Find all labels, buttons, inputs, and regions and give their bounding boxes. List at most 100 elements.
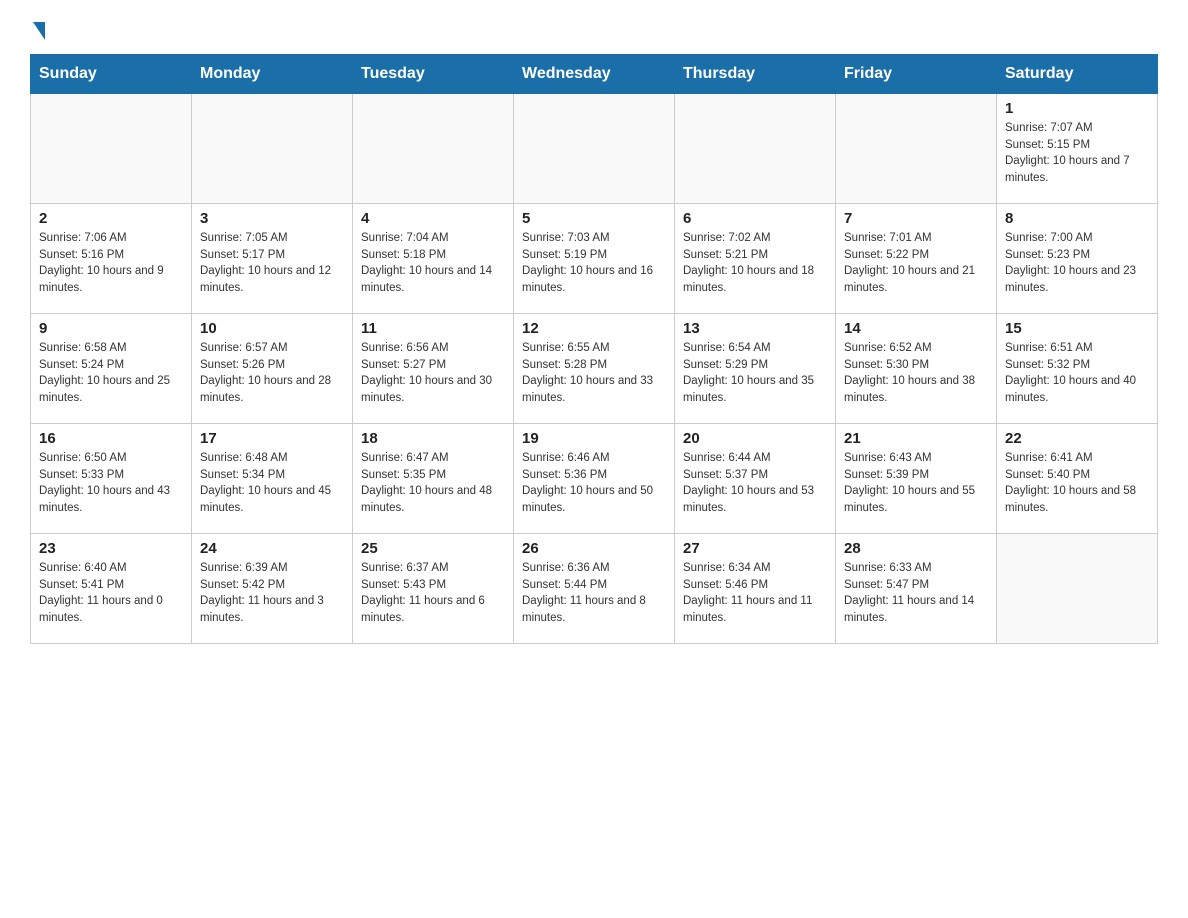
- day-info: Sunrise: 6:43 AM Sunset: 5:39 PM Dayligh…: [844, 450, 988, 517]
- calendar-cell: 24 Sunrise: 6:39 AM Sunset: 5:42 PM Dayli…: [192, 534, 353, 644]
- calendar-header-monday: Monday: [192, 55, 353, 94]
- day-number: 20: [683, 430, 827, 447]
- day-info: Sunrise: 6:56 AM Sunset: 5:27 PM Dayligh…: [361, 340, 505, 407]
- day-number: 16: [39, 430, 183, 447]
- calendar-week-row: 23 Sunrise: 6:40 AM Sunset: 5:41 PM Dayli…: [31, 534, 1158, 644]
- day-info: Sunrise: 6:36 AM Sunset: 5:44 PM Dayligh…: [522, 560, 666, 627]
- calendar-cell: 27 Sunrise: 6:34 AM Sunset: 5:46 PM Dayli…: [675, 534, 836, 644]
- day-number: 25: [361, 540, 505, 557]
- calendar-cell: [31, 94, 192, 204]
- day-info: Sunrise: 6:41 AM Sunset: 5:40 PM Dayligh…: [1005, 450, 1149, 517]
- calendar-cell: 28 Sunrise: 6:33 AM Sunset: 5:47 PM Dayli…: [836, 534, 997, 644]
- calendar-cell: 21 Sunrise: 6:43 AM Sunset: 5:39 PM Dayli…: [836, 424, 997, 534]
- calendar-cell: 18 Sunrise: 6:47 AM Sunset: 5:35 PM Dayli…: [353, 424, 514, 534]
- day-number: 24: [200, 540, 344, 557]
- calendar-header-sunday: Sunday: [31, 55, 192, 94]
- calendar-header-friday: Friday: [836, 55, 997, 94]
- calendar-table: SundayMondayTuesdayWednesdayThursdayFrid…: [30, 54, 1158, 644]
- day-number: 5: [522, 210, 666, 227]
- day-info: Sunrise: 6:54 AM Sunset: 5:29 PM Dayligh…: [683, 340, 827, 407]
- logo-arrow-icon: [33, 22, 45, 40]
- day-number: 22: [1005, 430, 1149, 447]
- day-info: Sunrise: 6:57 AM Sunset: 5:26 PM Dayligh…: [200, 340, 344, 407]
- day-info: Sunrise: 6:47 AM Sunset: 5:35 PM Dayligh…: [361, 450, 505, 517]
- day-number: 23: [39, 540, 183, 557]
- day-info: Sunrise: 6:37 AM Sunset: 5:43 PM Dayligh…: [361, 560, 505, 627]
- day-info: Sunrise: 6:39 AM Sunset: 5:42 PM Dayligh…: [200, 560, 344, 627]
- day-info: Sunrise: 6:48 AM Sunset: 5:34 PM Dayligh…: [200, 450, 344, 517]
- day-info: Sunrise: 6:52 AM Sunset: 5:30 PM Dayligh…: [844, 340, 988, 407]
- calendar-cell: 15 Sunrise: 6:51 AM Sunset: 5:32 PM Dayli…: [997, 314, 1158, 424]
- day-number: 12: [522, 320, 666, 337]
- day-number: 15: [1005, 320, 1149, 337]
- day-info: Sunrise: 6:34 AM Sunset: 5:46 PM Dayligh…: [683, 560, 827, 627]
- calendar-cell: 7Sunrise: 7:01 AM Sunset: 5:22 PM Daylig…: [836, 204, 997, 314]
- day-number: 26: [522, 540, 666, 557]
- day-info: Sunrise: 6:33 AM Sunset: 5:47 PM Dayligh…: [844, 560, 988, 627]
- calendar-cell: 23 Sunrise: 6:40 AM Sunset: 5:41 PM Dayli…: [31, 534, 192, 644]
- page-header: [30, 20, 1158, 38]
- day-info: Sunrise: 6:46 AM Sunset: 5:36 PM Dayligh…: [522, 450, 666, 517]
- calendar-cell: 22 Sunrise: 6:41 AM Sunset: 5:40 PM Dayli…: [997, 424, 1158, 534]
- day-number: 21: [844, 430, 988, 447]
- calendar-cell: 17 Sunrise: 6:48 AM Sunset: 5:34 PM Dayli…: [192, 424, 353, 534]
- day-number: 27: [683, 540, 827, 557]
- calendar-cell: 26 Sunrise: 6:36 AM Sunset: 5:44 PM Dayli…: [514, 534, 675, 644]
- calendar-header-wednesday: Wednesday: [514, 55, 675, 94]
- calendar-cell: 14Sunrise: 6:52 AM Sunset: 5:30 PM Dayli…: [836, 314, 997, 424]
- calendar-cell: 11 Sunrise: 6:56 AM Sunset: 5:27 PM Dayli…: [353, 314, 514, 424]
- calendar-cell: [997, 534, 1158, 644]
- day-number: 28: [844, 540, 988, 557]
- day-info: Sunrise: 7:03 AM Sunset: 5:19 PM Dayligh…: [522, 230, 666, 297]
- calendar-cell: 10 Sunrise: 6:57 AM Sunset: 5:26 PM Dayli…: [192, 314, 353, 424]
- day-number: 8: [1005, 210, 1149, 227]
- calendar-cell: 9Sunrise: 6:58 AM Sunset: 5:24 PM Daylig…: [31, 314, 192, 424]
- calendar-cell: 20 Sunrise: 6:44 AM Sunset: 5:37 PM Dayli…: [675, 424, 836, 534]
- day-info: Sunrise: 6:40 AM Sunset: 5:41 PM Dayligh…: [39, 560, 183, 627]
- calendar-cell: 12 Sunrise: 6:55 AM Sunset: 5:28 PM Dayli…: [514, 314, 675, 424]
- calendar-cell: [675, 94, 836, 204]
- day-number: 19: [522, 430, 666, 447]
- calendar-week-row: 16 Sunrise: 6:50 AM Sunset: 5:33 PM Dayli…: [31, 424, 1158, 534]
- calendar-cell: 3Sunrise: 7:05 AM Sunset: 5:17 PM Daylig…: [192, 204, 353, 314]
- calendar-cell: 4 Sunrise: 7:04 AM Sunset: 5:18 PM Daylig…: [353, 204, 514, 314]
- day-info: Sunrise: 7:06 AM Sunset: 5:16 PM Dayligh…: [39, 230, 183, 297]
- day-number: 7: [844, 210, 988, 227]
- calendar-cell: [836, 94, 997, 204]
- calendar-cell: 25 Sunrise: 6:37 AM Sunset: 5:43 PM Dayli…: [353, 534, 514, 644]
- calendar-header-row: SundayMondayTuesdayWednesdayThursdayFrid…: [31, 55, 1158, 94]
- calendar-cell: [514, 94, 675, 204]
- calendar-header-tuesday: Tuesday: [353, 55, 514, 94]
- day-number: 1: [1005, 100, 1149, 117]
- day-number: 2: [39, 210, 183, 227]
- day-number: 4: [361, 210, 505, 227]
- calendar-week-row: 2 Sunrise: 7:06 AM Sunset: 5:16 PM Daylig…: [31, 204, 1158, 314]
- calendar-cell: [192, 94, 353, 204]
- day-info: Sunrise: 7:04 AM Sunset: 5:18 PM Dayligh…: [361, 230, 505, 297]
- calendar-cell: [353, 94, 514, 204]
- day-info: Sunrise: 6:55 AM Sunset: 5:28 PM Dayligh…: [522, 340, 666, 407]
- day-number: 11: [361, 320, 505, 337]
- calendar-cell: 13 Sunrise: 6:54 AM Sunset: 5:29 PM Dayli…: [675, 314, 836, 424]
- day-info: Sunrise: 6:50 AM Sunset: 5:33 PM Dayligh…: [39, 450, 183, 517]
- day-info: Sunrise: 7:02 AM Sunset: 5:21 PM Dayligh…: [683, 230, 827, 297]
- day-number: 10: [200, 320, 344, 337]
- day-number: 6: [683, 210, 827, 227]
- calendar-header-saturday: Saturday: [997, 55, 1158, 94]
- calendar-cell: 1Sunrise: 7:07 AM Sunset: 5:15 PM Daylig…: [997, 94, 1158, 204]
- calendar-cell: 8 Sunrise: 7:00 AM Sunset: 5:23 PM Daylig…: [997, 204, 1158, 314]
- calendar-cell: 6 Sunrise: 7:02 AM Sunset: 5:21 PM Daylig…: [675, 204, 836, 314]
- day-number: 18: [361, 430, 505, 447]
- calendar-cell: 2 Sunrise: 7:06 AM Sunset: 5:16 PM Daylig…: [31, 204, 192, 314]
- day-info: Sunrise: 6:44 AM Sunset: 5:37 PM Dayligh…: [683, 450, 827, 517]
- calendar-cell: 5 Sunrise: 7:03 AM Sunset: 5:19 PM Daylig…: [514, 204, 675, 314]
- day-number: 13: [683, 320, 827, 337]
- calendar-week-row: 9Sunrise: 6:58 AM Sunset: 5:24 PM Daylig…: [31, 314, 1158, 424]
- day-info: Sunrise: 7:00 AM Sunset: 5:23 PM Dayligh…: [1005, 230, 1149, 297]
- day-number: 17: [200, 430, 344, 447]
- day-info: Sunrise: 6:58 AM Sunset: 5:24 PM Dayligh…: [39, 340, 183, 407]
- day-info: Sunrise: 6:51 AM Sunset: 5:32 PM Dayligh…: [1005, 340, 1149, 407]
- calendar-cell: 19 Sunrise: 6:46 AM Sunset: 5:36 PM Dayli…: [514, 424, 675, 534]
- calendar-cell: 16 Sunrise: 6:50 AM Sunset: 5:33 PM Dayli…: [31, 424, 192, 534]
- calendar-header-thursday: Thursday: [675, 55, 836, 94]
